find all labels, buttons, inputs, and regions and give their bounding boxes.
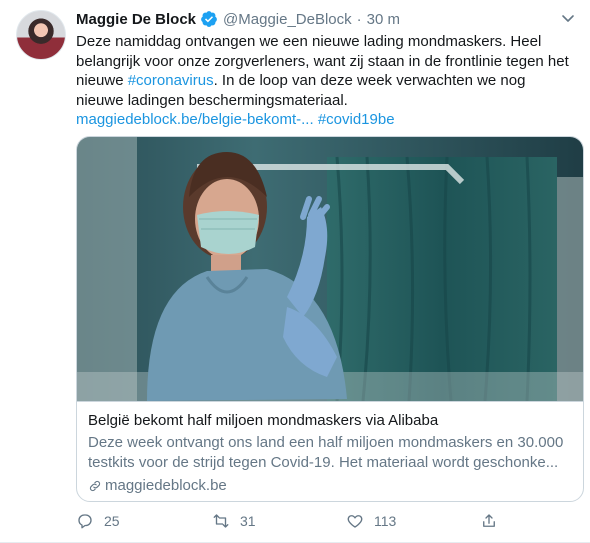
card-description-line: Deze week ontvangt ons land een half mil… bbox=[88, 434, 564, 451]
share-button[interactable] bbox=[480, 512, 498, 530]
tweet-text-line: Deze namiddag ontvangen we een nieuwe la… bbox=[76, 33, 542, 50]
tweet-text-line: maggiedeblock.be/belgie-bekomt-... #covi… bbox=[76, 110, 580, 130]
card-description-line: testkits voor de strijd tegen Covid-19. … bbox=[88, 454, 559, 471]
verified-badge-icon bbox=[200, 10, 218, 28]
author-handle[interactable]: @Maggie_DeBlock bbox=[223, 11, 352, 28]
hashtag-covid19be[interactable]: #covid19be bbox=[318, 111, 395, 128]
share-icon bbox=[483, 514, 495, 527]
avatar[interactable] bbox=[16, 10, 66, 60]
reply-icon bbox=[78, 514, 92, 529]
tweet-text-line: nieuwe ladingen beschermingsmateriaal. bbox=[76, 91, 348, 109]
timestamp[interactable]: 30 m bbox=[367, 11, 400, 28]
tweet: Maggie De Block @Maggie_DeBlock · 30 m D… bbox=[0, 0, 590, 543]
tweet-text-line: nieuwe #coronavirus. In de loop van deze… bbox=[76, 71, 580, 91]
article-link[interactable]: maggiedeblock.be/belgie-bekomt-... bbox=[76, 111, 314, 128]
card-title: België bekomt half miljoen mondmaskers v… bbox=[88, 412, 439, 429]
reply-count: 25 bbox=[104, 513, 120, 529]
link-card[interactable]: België bekomt half miljoen mondmaskers v… bbox=[76, 136, 584, 502]
tweet-text-fragment: nieuwe bbox=[76, 72, 128, 89]
hashtag-coronavirus[interactable]: #coronavirus bbox=[128, 72, 214, 89]
like-count: 113 bbox=[374, 513, 397, 529]
retweet-count: 31 bbox=[240, 513, 256, 529]
retweet-button[interactable]: 31 bbox=[212, 512, 256, 530]
reply-button[interactable]: 25 bbox=[76, 512, 120, 530]
tweet-actions: 25 31 113 bbox=[76, 512, 506, 534]
tweet-text-fragment: . In de loop van deze week verwachten we… bbox=[213, 72, 526, 89]
tweet-text-line: belangrijk voor onze zorgverleners, want… bbox=[76, 52, 569, 70]
tweet-text: Deze namiddag ontvangen we een nieuwe la… bbox=[76, 32, 580, 130]
card-description: Deze week ontvangt ons land een half mil… bbox=[88, 433, 572, 473]
like-button[interactable]: 113 bbox=[346, 512, 396, 530]
card-body[interactable]: België bekomt half miljoen mondmaskers v… bbox=[77, 401, 583, 501]
card-domain-text: maggiedeblock.be bbox=[105, 477, 227, 494]
link-icon bbox=[89, 480, 101, 491]
card-domain: maggiedeblock.be bbox=[88, 477, 572, 494]
separator: · bbox=[356, 10, 362, 28]
tweet-header: Maggie De Block @Maggie_DeBlock · 30 m bbox=[76, 9, 400, 29]
like-icon bbox=[347, 515, 363, 528]
caret-down-icon[interactable] bbox=[560, 10, 576, 26]
retweet-icon bbox=[213, 514, 229, 528]
card-image[interactable] bbox=[77, 137, 583, 401]
author-name[interactable]: Maggie De Block bbox=[76, 11, 196, 28]
